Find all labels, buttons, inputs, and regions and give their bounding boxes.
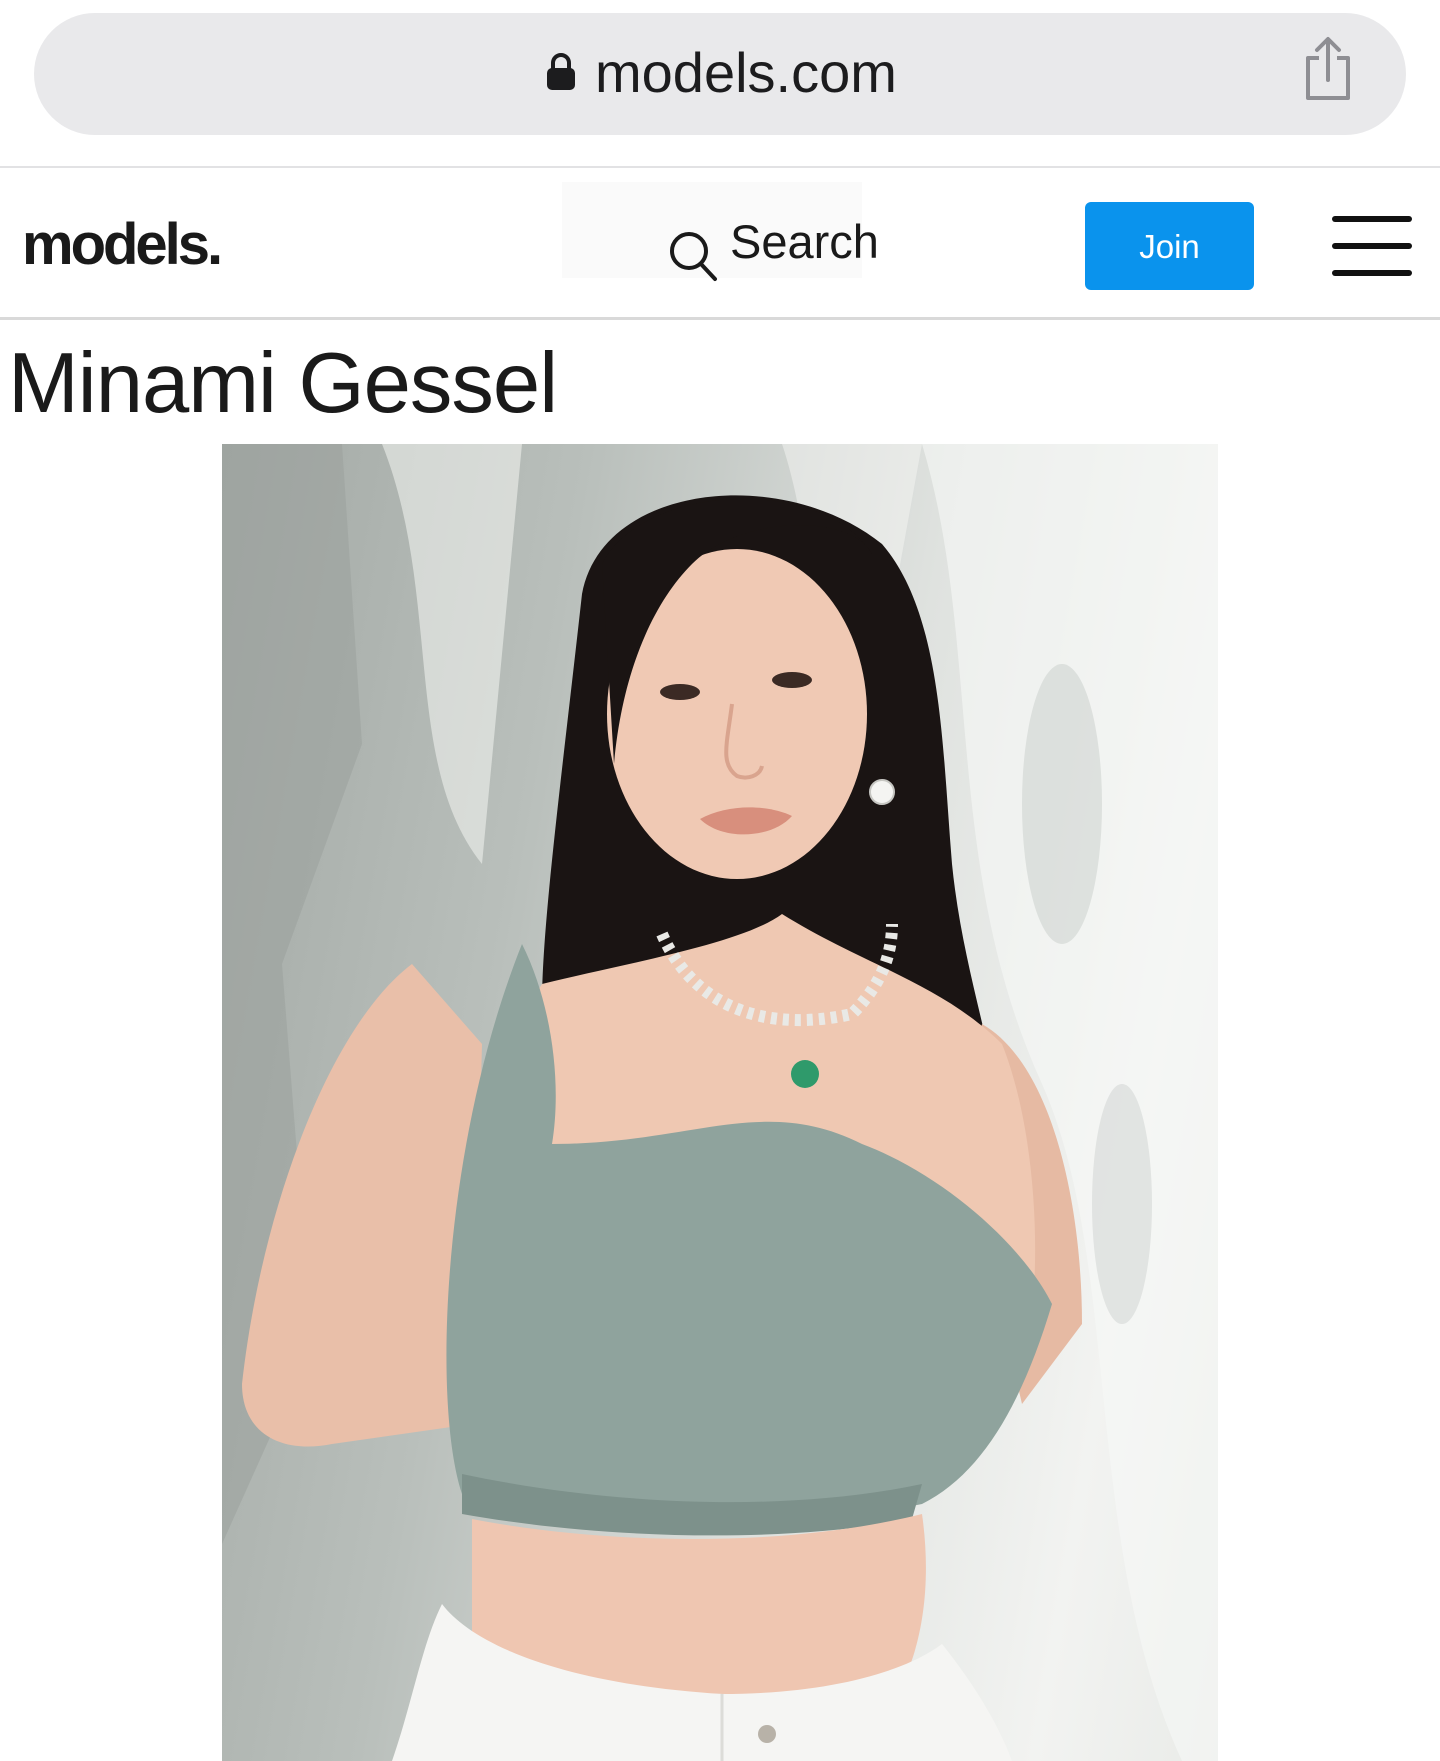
search-label[interactable]: Search bbox=[730, 212, 879, 272]
site-logo[interactable]: models. bbox=[22, 210, 223, 280]
search-icon bbox=[670, 232, 717, 281]
share-icon[interactable] bbox=[1302, 36, 1354, 102]
lock-icon bbox=[547, 53, 575, 90]
model-name: Minami Gessel bbox=[8, 336, 558, 431]
site-header: models. Search Join bbox=[0, 170, 1440, 320]
menu-icon[interactable] bbox=[1332, 214, 1412, 278]
browser-toolbar: models.com bbox=[0, 0, 1440, 168]
portrait-illustration bbox=[222, 444, 1218, 1761]
url-text[interactable]: models.com bbox=[595, 40, 897, 106]
join-button[interactable]: Join bbox=[1085, 202, 1254, 290]
model-portrait-photo[interactable] bbox=[222, 444, 1218, 1761]
